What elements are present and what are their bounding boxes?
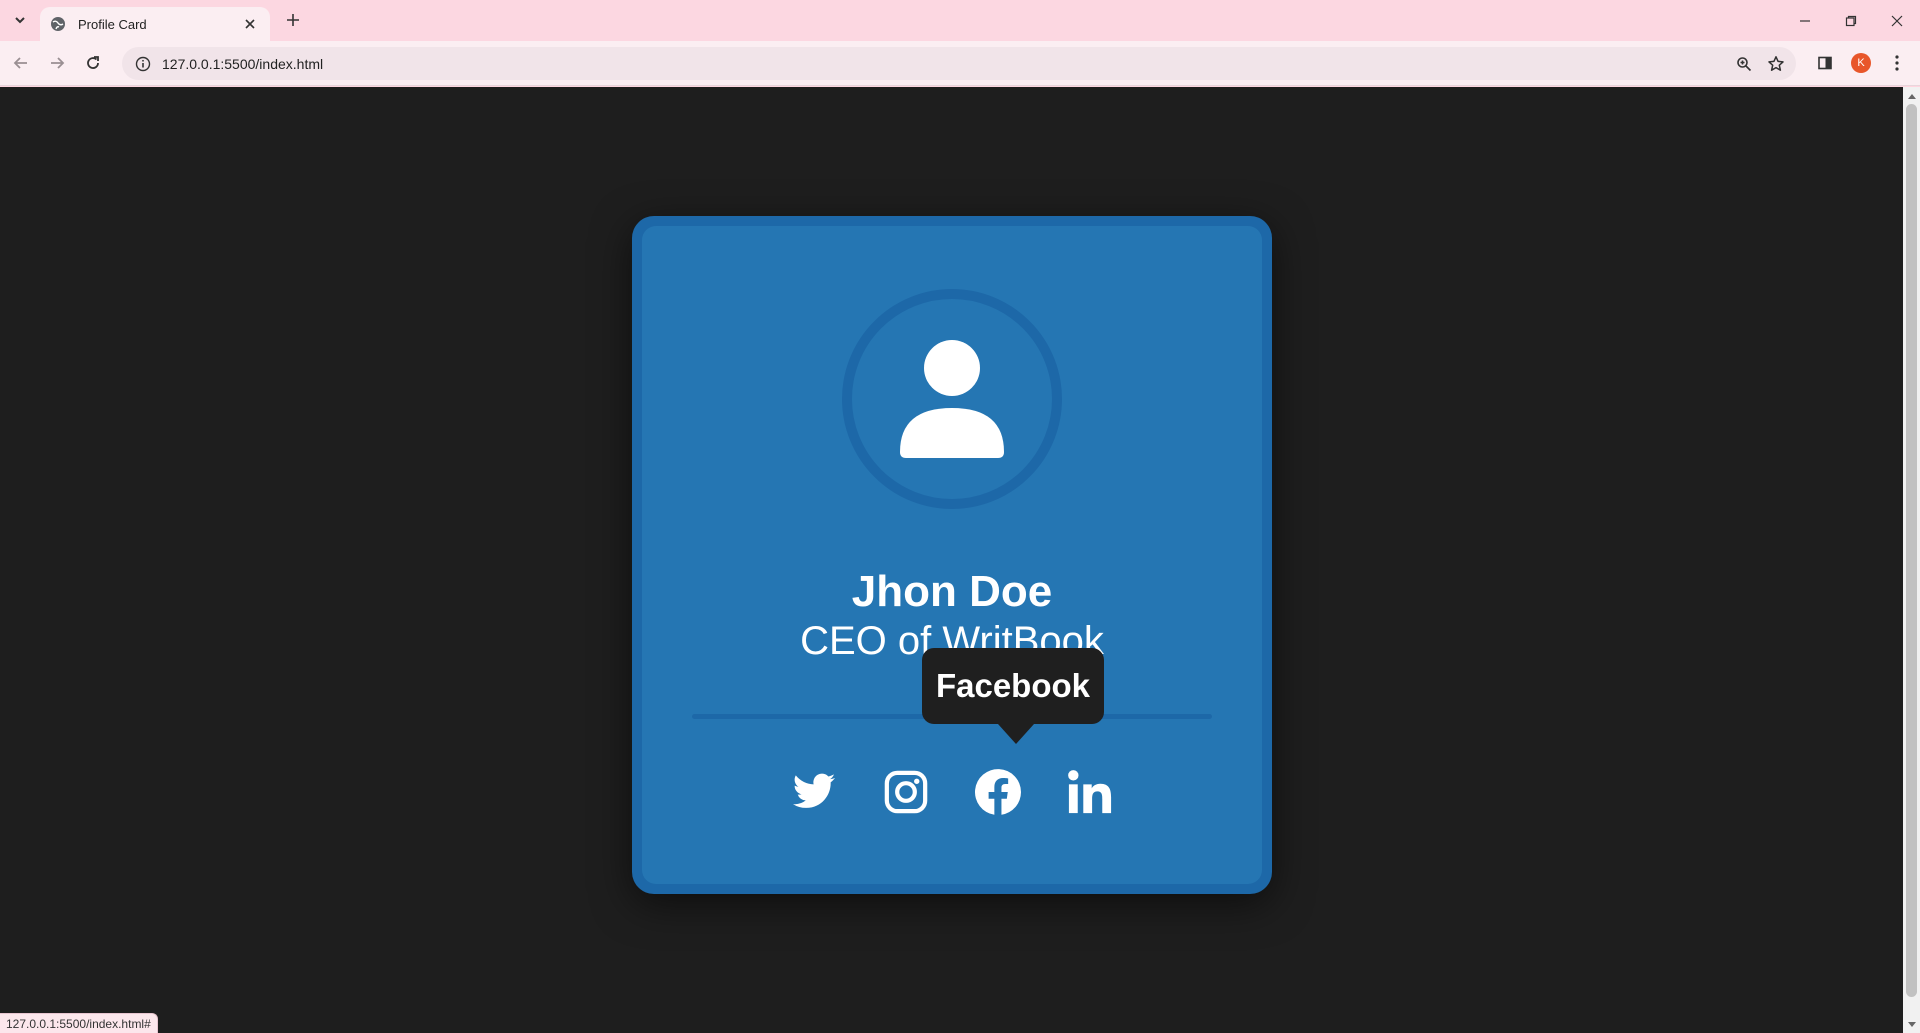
user-icon (900, 340, 1004, 458)
window-controls (1782, 0, 1920, 41)
restore-button[interactable] (1828, 0, 1874, 41)
facebook-tooltip: Facebook (922, 648, 1104, 744)
arrow-left-icon (13, 57, 27, 69)
restore-icon (1845, 15, 1857, 26)
page-viewport: Jhon Doe CEO of WritBook Facebook 127.0.… (0, 87, 1903, 1033)
minimize-icon (1800, 19, 1810, 22)
zoom-icon[interactable] (1732, 52, 1756, 76)
profile-avatar (842, 289, 1062, 509)
site-info-icon[interactable] (134, 55, 152, 73)
browser-toolbar: 127.0.0.1:5500/index.html K (0, 41, 1920, 86)
tooltip-arrow (998, 724, 1034, 744)
twitter-link[interactable] (791, 766, 837, 818)
caret-up-icon (1907, 93, 1916, 99)
url-text[interactable]: 127.0.0.1:5500/index.html (162, 56, 1732, 72)
minimize-button[interactable] (1782, 0, 1828, 41)
profile-card-body: Jhon Doe CEO of WritBook Facebook (642, 226, 1262, 884)
profile-card: Jhon Doe CEO of WritBook Facebook (632, 216, 1272, 894)
scroll-thumb[interactable] (1906, 104, 1917, 997)
side-panel-icon (1818, 56, 1832, 70)
tab-close-button[interactable] (240, 14, 260, 34)
tab-search-button[interactable] (8, 9, 32, 31)
forward-button[interactable] (44, 50, 70, 76)
arrow-right-icon (51, 57, 65, 69)
twitter-icon (792, 773, 836, 808)
new-tab-button[interactable] (282, 9, 304, 31)
linkedin-link[interactable] (1067, 766, 1113, 818)
tab-profile-card[interactable]: Profile Card (40, 7, 270, 41)
reload-button[interactable] (80, 50, 106, 76)
close-icon (245, 19, 255, 29)
avatar: K (1851, 53, 1871, 73)
globe-icon (51, 17, 65, 31)
close-window-button[interactable] (1874, 0, 1920, 41)
tab-title: Profile Card (78, 16, 147, 32)
social-links (642, 766, 1262, 818)
linkedin-icon (1068, 770, 1112, 814)
chevron-down-icon (15, 17, 25, 24)
caret-down-icon (1907, 1021, 1916, 1027)
scroll-down-button[interactable] (1903, 1016, 1920, 1033)
status-bar-url: 127.0.0.1:5500/index.html# (0, 1013, 158, 1033)
address-bar[interactable]: 127.0.0.1:5500/index.html (122, 47, 1796, 80)
facebook-icon (975, 769, 1021, 815)
instagram-link[interactable] (883, 766, 929, 818)
scroll-up-button[interactable] (1903, 87, 1920, 104)
profile-name: Jhon Doe (851, 567, 1053, 616)
bookmark-star-icon[interactable] (1764, 52, 1788, 76)
menu-button[interactable] (1884, 50, 1910, 76)
reload-icon (87, 56, 99, 69)
facebook-link[interactable] (975, 766, 1021, 818)
page-scrollbar[interactable] (1903, 87, 1920, 1033)
profile-button[interactable]: K (1848, 50, 1874, 76)
kebab-menu-icon (1895, 55, 1899, 71)
side-panel-button[interactable] (1812, 50, 1838, 76)
back-button[interactable] (8, 50, 34, 76)
instagram-icon (884, 770, 928, 814)
browser-tabbar: Profile Card (0, 0, 1920, 41)
plus-icon (287, 14, 299, 26)
close-icon (1891, 15, 1903, 26)
tooltip-text: Facebook (935, 667, 1091, 704)
